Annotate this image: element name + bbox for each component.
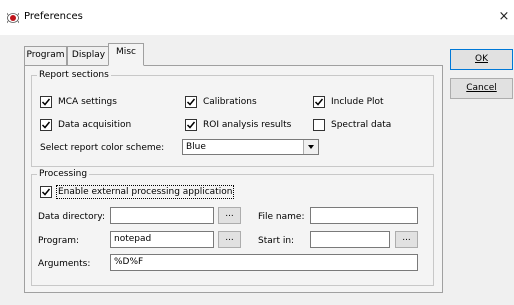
checkbox-box[interactable] [40,118,52,131]
start-in-browse-button[interactable]: ... [395,231,418,248]
close-button[interactable]: × [496,9,512,25]
checkbox-box[interactable] [313,95,325,108]
title-bar: Preferences × [0,0,514,35]
ok-button[interactable]: OK [450,49,513,70]
program-browse-button[interactable]: ... [218,231,241,248]
calibrations-checkbox[interactable]: Calibrations [185,95,257,108]
tab-label: Program [26,50,65,60]
checkmark-icon [41,98,51,106]
close-icon: × [498,9,510,24]
tab-misc[interactable]: Misc [108,43,144,66]
checkbox-box[interactable] [313,118,325,131]
program-input[interactable]: notepad [110,231,214,248]
color-scheme-select[interactable]: Blue [182,139,319,155]
select-value: Blue [186,142,206,152]
misc-tab-panel: Report sections MCA settings Calibration… [24,65,443,293]
arguments-input[interactable]: %D%F [110,254,418,271]
arguments-label: Arguments: [38,259,91,269]
report-sections-group: Report sections MCA settings Calibration… [31,69,434,167]
tab-label: Misc [116,47,136,57]
checkbox-label: Include Plot [331,96,384,107]
cancel-button-label: Cancel [466,83,497,93]
checkbox-label: MCA settings [58,96,117,107]
roi-analysis-results-checkbox[interactable]: ROI analysis results [185,118,291,131]
checkbox-label: Enable external processing application [55,184,235,199]
cancel-button[interactable]: Cancel [450,78,513,99]
checkmark-icon [186,121,196,129]
start-in-input[interactable] [310,231,390,248]
checkmark-icon [314,98,324,106]
checkbox-label: Calibrations [203,96,257,107]
data-directory-label: Data directory: [38,212,105,222]
checkbox-label: ROI analysis results [203,119,292,130]
group-title: Processing [37,168,90,180]
program-label: Program: [38,236,80,246]
data-directory-browse-button[interactable]: ... [218,207,241,224]
file-name-label: File name: [258,212,305,222]
file-name-input[interactable] [310,207,418,224]
include-plot-checkbox[interactable]: Include Plot [313,95,384,108]
checkmark-icon [41,121,51,129]
checkbox-box[interactable] [185,118,197,131]
chevron-down-icon[interactable] [303,140,318,154]
checkmark-icon [186,98,196,106]
ok-button-label: OK [475,54,488,64]
group-title: Report sections [37,69,111,81]
checkbox-box[interactable] [40,185,52,198]
processing-group: Processing Enable external processing ap… [31,168,434,286]
checkbox-label: Data acquisition [58,119,132,130]
start-in-label: Start in: [258,236,295,246]
data-directory-input[interactable] [110,207,214,224]
enable-external-processing-checkbox[interactable]: Enable external processing application [40,184,235,199]
tab-label: Display [71,50,106,60]
checkbox-label: Spectral data [331,119,392,130]
spectral-data-checkbox[interactable]: Spectral data [313,118,391,131]
data-acquisition-checkbox[interactable]: Data acquisition [40,118,131,131]
color-scheme-label: Select report color scheme: [40,143,165,153]
checkbox-box[interactable] [40,95,52,108]
tab-display[interactable]: Display [67,46,110,65]
checkbox-box[interactable] [185,95,197,108]
mca-settings-checkbox[interactable]: MCA settings [40,95,117,108]
checkmark-icon [41,188,51,196]
window-title: Preferences [24,11,83,22]
tab-program[interactable]: Program [24,46,67,65]
record-icon [7,12,19,24]
